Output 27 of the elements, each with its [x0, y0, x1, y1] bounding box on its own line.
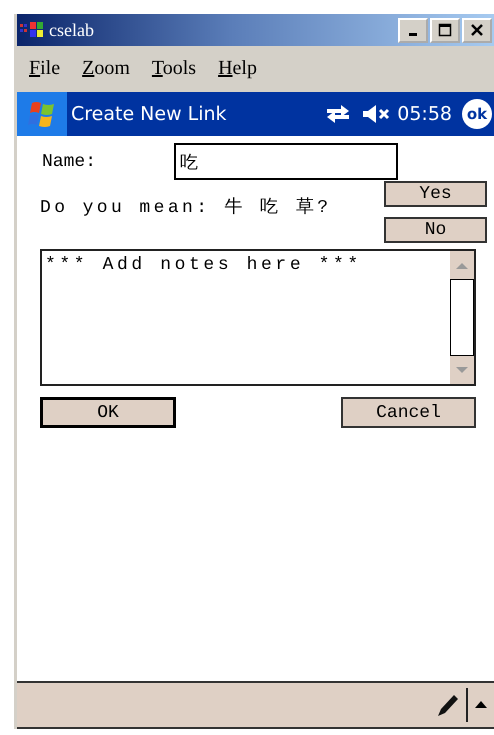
menu-item[interactable]: Zoom [82, 56, 130, 80]
close-icon [470, 23, 484, 37]
name-label: Name: [41, 152, 98, 172]
notes-text: *** Add notes here *** [44, 254, 363, 277]
close-button[interactable] [462, 18, 492, 42]
scroll-bar[interactable] [450, 251, 474, 384]
notes-field[interactable]: *** Add notes here *** [40, 249, 476, 386]
maximize-icon [438, 23, 452, 37]
clock-time[interactable]: 05:58 [397, 103, 452, 125]
window-title: cselab [49, 20, 94, 40]
menu-item[interactable]: Tools [152, 56, 196, 80]
screen-title: Create New Link [71, 103, 228, 125]
ok-dialog-button[interactable]: OK [40, 397, 176, 428]
menu-item[interactable]: File [29, 56, 60, 80]
minimize-button[interactable] [398, 18, 428, 42]
suggestion-question: Do you mean: 牛 吃 草? [40, 196, 332, 220]
ok-button[interactable]: ok [462, 99, 492, 129]
start-button[interactable] [17, 92, 67, 136]
maximize-button[interactable] [430, 18, 460, 42]
menu-item[interactable]: Help [218, 56, 257, 80]
no-button[interactable]: No [384, 217, 487, 243]
name-field[interactable]: 吃 [174, 143, 398, 180]
minimize-icon [409, 32, 417, 36]
app-icon [19, 21, 45, 39]
cancel-button[interactable]: Cancel [341, 397, 476, 428]
yes-button[interactable]: Yes [384, 181, 487, 207]
connectivity-icon[interactable] [325, 102, 352, 126]
